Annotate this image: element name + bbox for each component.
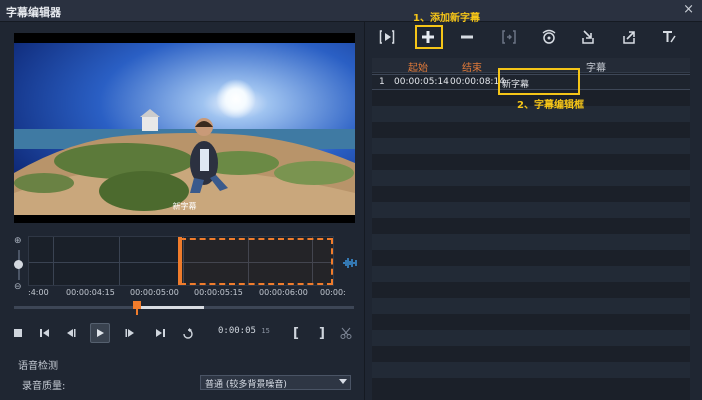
recording-quality-select[interactable]: 普通 (较多背景噪音) [200,375,351,390]
transport-controls: 0:00:05 15 [ ] [8,320,358,346]
recording-quality-value: 普通 (较多背景噪音) [205,380,287,390]
recording-quality-label: 录音质量: [22,381,66,392]
stop-icon [14,329,22,337]
ruler-label: 00:00:05:00 [130,288,179,297]
table-row[interactable] [372,154,690,170]
window-title: 字幕编辑器 [6,6,61,19]
playhead-tick [136,309,138,315]
step-forward-icon [125,329,134,337]
timecode-value: 0:00:05 [218,326,256,336]
import-icon [582,30,594,44]
scrub-range [136,306,204,309]
waveform-icon[interactable] [342,256,358,270]
next-frame-button[interactable] [120,323,140,343]
time-ruler: :4:00 00:00:04:15 00:00:05:00 00:00:05:1… [28,288,346,300]
export-subtitle-button[interactable] [618,26,640,48]
play-bracket-icon [379,30,395,44]
row-index: 1 [379,77,385,87]
previous-frame-button[interactable] [60,323,80,343]
go-to-start-button[interactable] [34,323,54,343]
add-subtitle-highlight [415,25,443,49]
list-scrollbar[interactable] [690,58,696,400]
export-icon [623,31,635,44]
table-row[interactable] [372,298,690,314]
close-icon[interactable]: × [683,2,694,17]
step-back-icon [66,329,75,337]
play-icon [97,329,104,337]
annotation-edit-box: 2、字幕编辑框 [517,100,584,111]
table-row[interactable] [372,186,690,202]
timecode-display[interactable]: 0:00:05 15 [218,326,270,336]
video-preview[interactable]: 新字幕 [14,33,355,223]
text-edit-icon [663,31,676,43]
playhead[interactable] [133,301,141,309]
voice-detect-icon [542,29,556,44]
video-frame [14,43,355,215]
voice-detect-button[interactable] [538,26,560,48]
column-text-header[interactable]: 字幕 [586,59,606,74]
merge-subtitle-button[interactable] [498,26,520,48]
timeline-track[interactable] [28,236,334,286]
panel-divider [364,22,365,400]
scrub-bar[interactable] [14,301,354,315]
table-row[interactable] [372,330,690,346]
zoom-control[interactable]: ⊕ ⊖ [12,236,26,294]
import-subtitle-button[interactable] [577,26,599,48]
ruler-label: 00:00: [320,288,346,297]
table-row[interactable] [372,250,690,266]
minus-icon [461,35,473,39]
mark-in-button[interactable]: [ [286,323,306,343]
timecode-frames: 15 [261,327,270,335]
table-row[interactable] [372,314,690,330]
table-row[interactable] [372,282,690,298]
table-row[interactable] [372,266,690,282]
repeat-button[interactable] [178,323,198,343]
table-row[interactable] [372,170,690,186]
table-row[interactable] [372,378,690,394]
column-start-header[interactable]: 起始 [408,59,428,74]
table-row[interactable] [372,202,690,218]
row-start-time[interactable]: 00:00:05:14 [394,77,449,87]
zoom-in-icon[interactable]: ⊕ [14,236,22,246]
zoom-slider-knob[interactable] [14,260,23,269]
title-bar: 字幕编辑器 × [0,0,702,22]
voice-detection-title: 语音检测 [18,361,58,372]
annotation-add-subtitle: 1、添加新字幕 [413,13,480,24]
play-subtitle-button[interactable] [376,26,398,48]
remove-subtitle-button[interactable] [456,26,478,48]
mark-out-button[interactable]: ] [312,323,332,343]
table-row[interactable] [372,234,690,250]
table-row[interactable] [372,138,690,154]
go-to-end-button[interactable] [150,323,170,343]
table-row[interactable] [372,362,690,378]
zoom-out-icon[interactable]: ⊖ [14,282,22,292]
row-end-time[interactable]: 00:00:08:14 [450,77,505,87]
stop-button[interactable] [8,323,28,343]
merge-icon [502,30,516,44]
text-options-button[interactable] [658,26,680,48]
ruler-label: :4:00 [28,288,49,297]
ruler-label: 00:00:05:15 [194,288,243,297]
subtitle-clip-region[interactable] [180,238,333,285]
ruler-label: 00:00:04:15 [66,288,115,297]
subtitle-overlay: 新字幕 [172,202,197,211]
table-row[interactable] [372,122,690,138]
skip-end-icon [155,329,165,337]
table-row[interactable] [372,218,690,234]
table-row[interactable] [372,346,690,362]
play-button[interactable] [90,323,110,343]
chevron-down-icon [339,379,347,384]
split-button[interactable] [336,323,356,343]
ruler-label: 00:00:06:00 [259,288,308,297]
repeat-icon [183,327,193,339]
scissors-icon [340,327,352,339]
skip-start-icon [39,329,49,337]
column-end-header[interactable]: 结束 [462,59,482,74]
subtitle-edit-highlight [498,68,580,95]
